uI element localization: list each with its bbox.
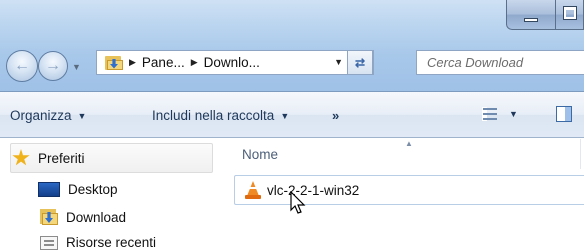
refresh-icon: ⇄: [354, 55, 366, 70]
change-view-button[interactable]: ▼: [483, 108, 518, 120]
navigation-pane: Preferiti Desktop Download Risorse recen…: [0, 139, 224, 250]
desktop-icon: [38, 182, 60, 197]
list-item[interactable]: vlc-2-2-1-win32: [234, 175, 584, 205]
back-arrow-icon: ←: [14, 57, 30, 74]
forward-arrow-icon: →: [45, 57, 61, 74]
sort-ascending-icon: ▲: [405, 139, 413, 148]
forward-button[interactable]: →: [38, 51, 68, 81]
maximize-icon: [563, 6, 577, 20]
search-input[interactable]: [427, 55, 577, 70]
column-header-name[interactable]: Nome: [242, 147, 278, 162]
window-controls: [506, 0, 584, 32]
file-list: ▲ Nome vlc-2-2-1-win32: [224, 139, 584, 250]
download-folder-icon: [105, 55, 123, 70]
file-name: vlc-2-2-1-win32: [267, 182, 360, 198]
vlc-icon: [245, 181, 261, 199]
sidebar-item-label: Preferiti: [38, 150, 85, 166]
breadcrumb-control-panel[interactable]: Pane...: [142, 55, 185, 70]
mouse-cursor-icon: [290, 191, 306, 214]
recent-places-icon: [40, 235, 58, 250]
breadcrumb-chevron-icon[interactable]: ▶: [129, 57, 136, 68]
recent-pages-dropdown[interactable]: ▼: [72, 62, 82, 72]
sidebar-item-favorites[interactable]: Preferiti: [12, 149, 85, 167]
organize-label: Organizza: [10, 108, 72, 123]
minimize-icon: [524, 18, 538, 22]
sidebar-item-recent-places[interactable]: Risorse recenti: [40, 235, 156, 250]
window-titlebar: ← → ▼ ▶ Pane... ▶ Downlo... ▼ ⇄: [0, 0, 584, 92]
chevron-down-icon: ▼: [509, 109, 518, 119]
sidebar-item-label: Risorse recenti: [66, 235, 157, 250]
command-bar: Organizza ▼ Includi nella raccolta ▼ » ▼: [0, 92, 584, 138]
search-box[interactable]: [416, 50, 584, 75]
address-dropdown-icon[interactable]: ▼: [334, 57, 343, 67]
address-bar[interactable]: ▶ Pane... ▶ Downlo... ▼ ⇄: [96, 50, 374, 75]
refresh-button[interactable]: ⇄: [347, 50, 373, 75]
download-folder-icon: [40, 209, 58, 225]
include-label: Includi nella raccolta: [152, 108, 275, 123]
maximize-button[interactable]: [556, 0, 584, 30]
back-button[interactable]: ←: [6, 50, 38, 82]
preview-pane-icon[interactable]: [556, 106, 572, 122]
more-commands-icon: »: [332, 108, 340, 123]
chevron-down-icon: ▼: [280, 110, 290, 121]
breadcrumb-downloads[interactable]: Downlo...: [204, 55, 260, 70]
sidebar-item-label: Download: [66, 209, 127, 225]
breadcrumb-chevron-icon[interactable]: ▶: [191, 57, 198, 68]
sidebar-item-download[interactable]: Download: [40, 209, 126, 225]
more-commands-button[interactable]: »: [332, 108, 339, 123]
minimize-button[interactable]: [506, 0, 556, 30]
include-in-library-button[interactable]: Includi nella raccolta ▼: [152, 108, 289, 123]
chevron-down-icon: ▼: [77, 110, 87, 121]
view-list-icon: [483, 108, 497, 120]
column-divider[interactable]: [580, 139, 581, 169]
sidebar-item-label: Desktop: [68, 182, 118, 197]
sidebar-item-desktop[interactable]: Desktop: [38, 182, 118, 197]
star-icon: [12, 149, 30, 166]
organize-menu-button[interactable]: Organizza ▼: [10, 108, 86, 123]
